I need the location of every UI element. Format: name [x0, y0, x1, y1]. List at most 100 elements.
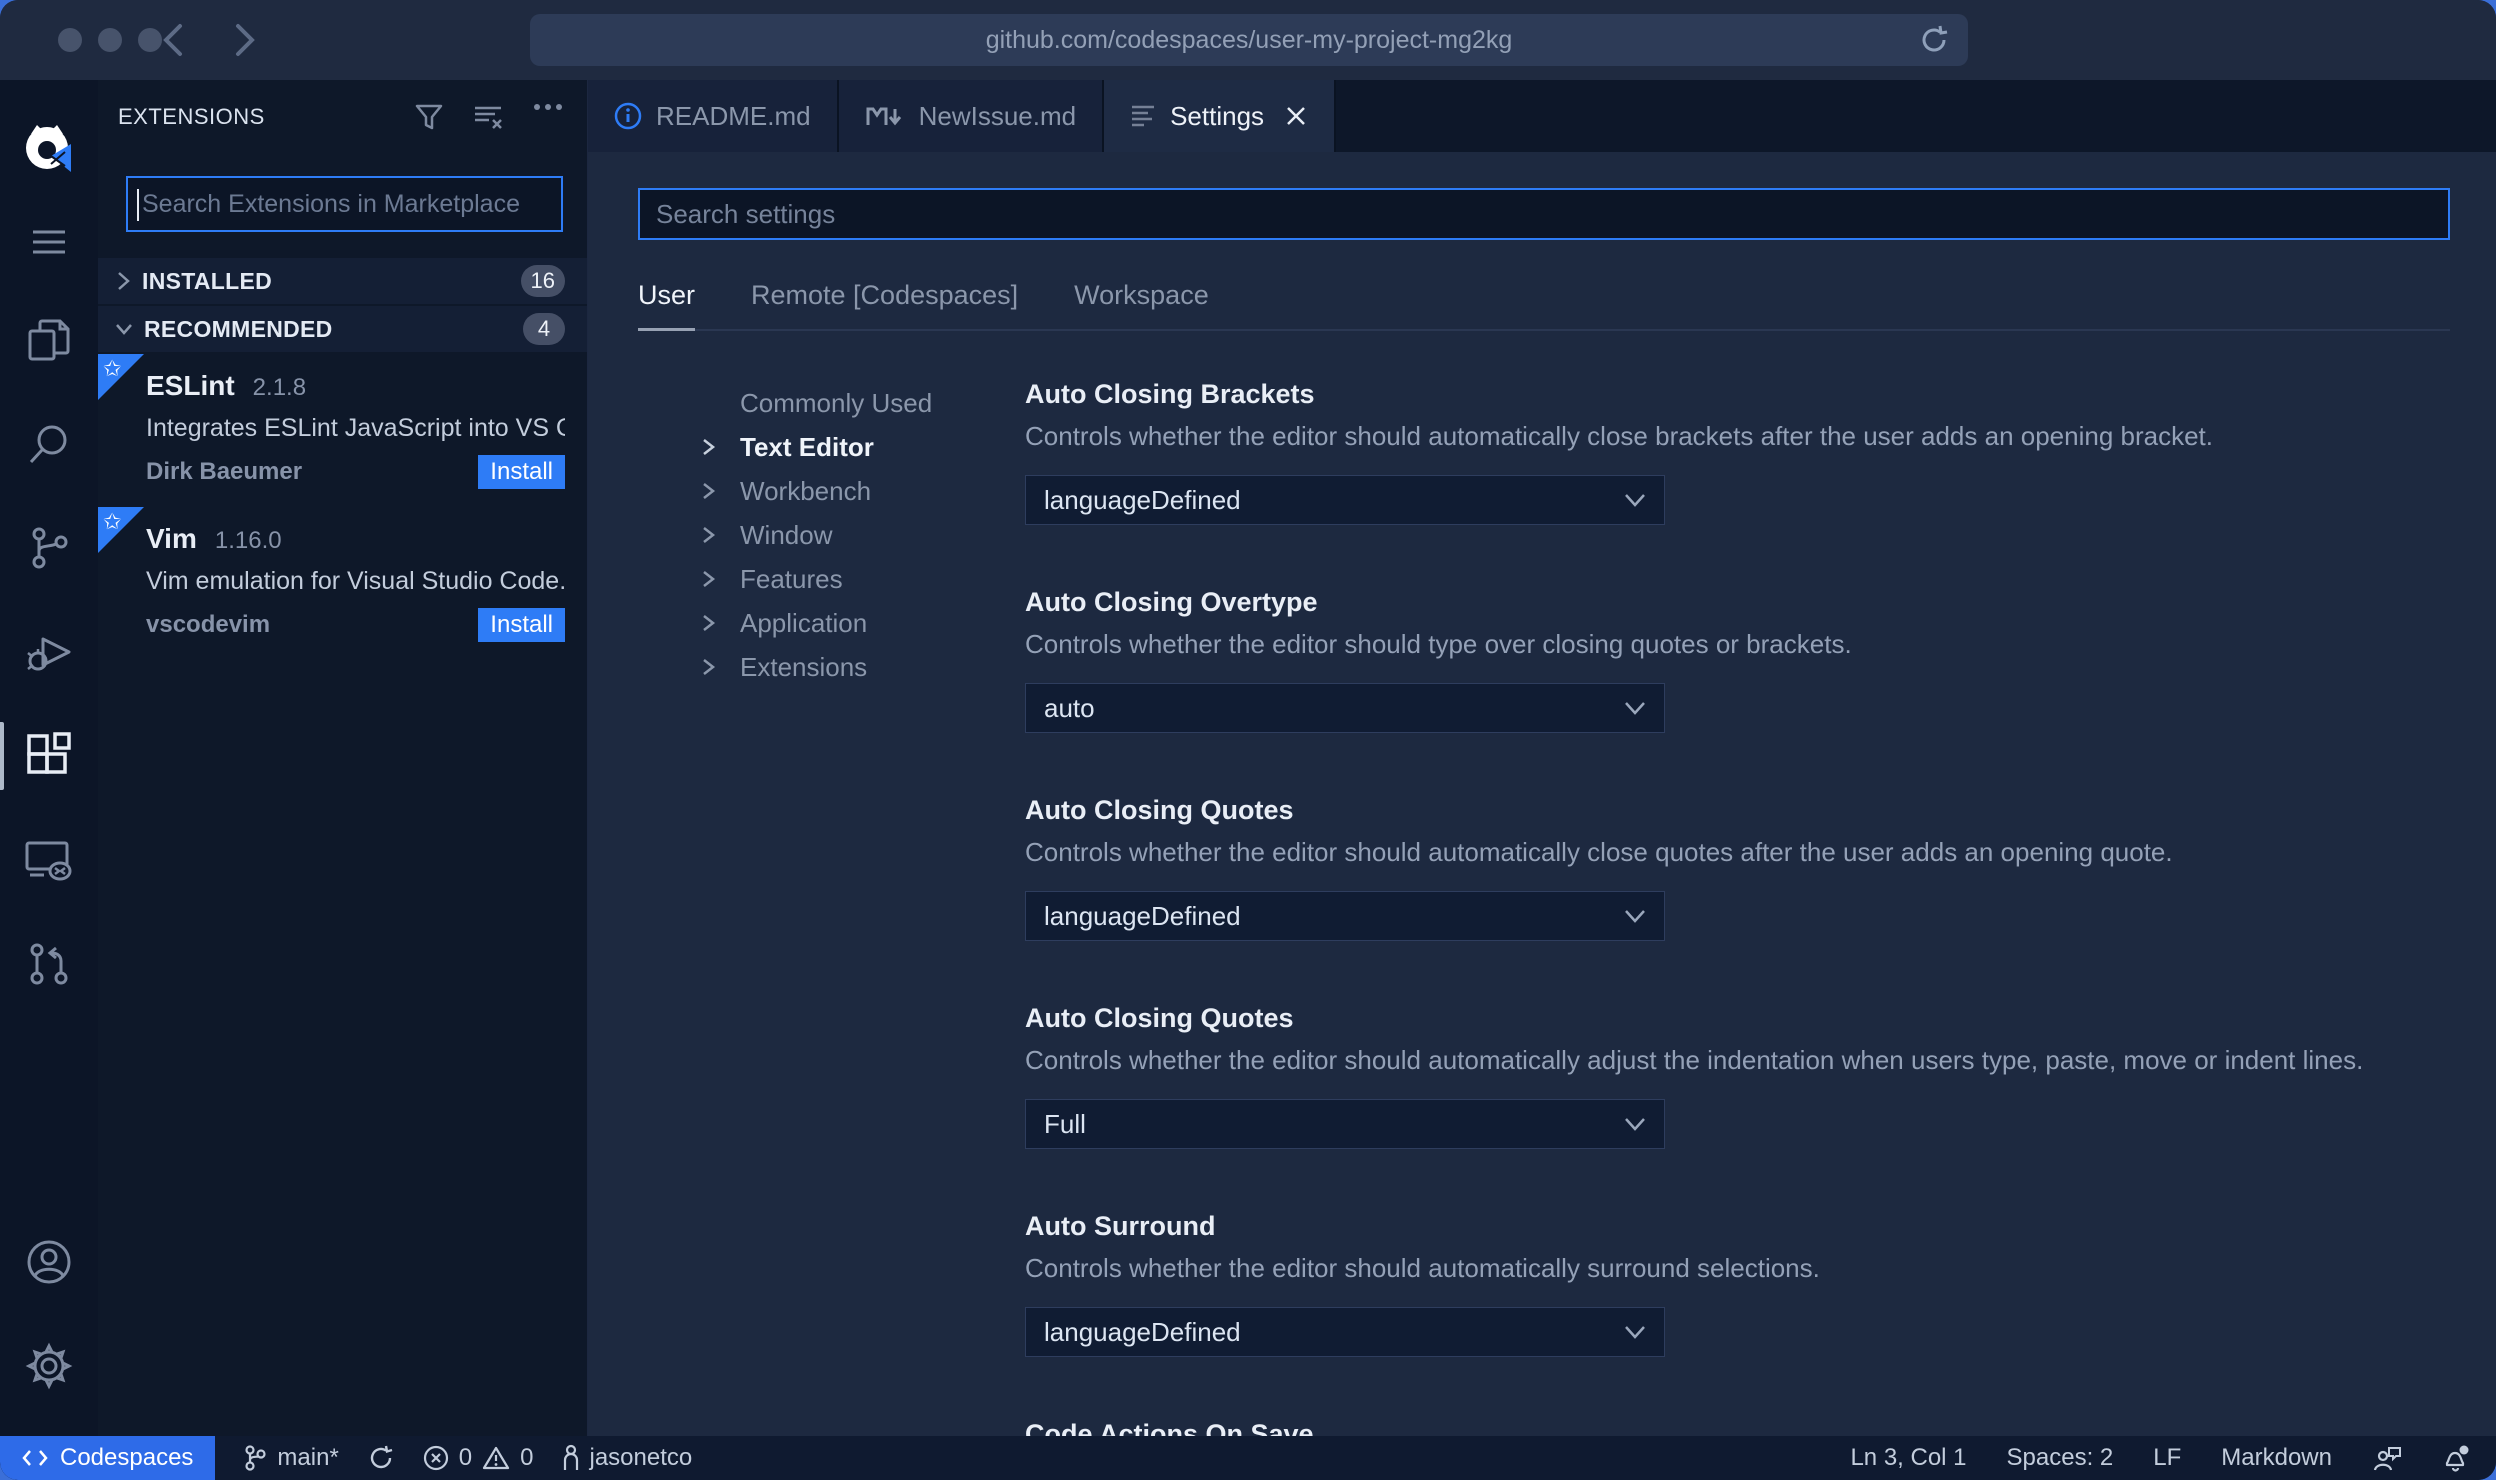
extensions-sidebar: EXTENSIONS Search Extensions in Marketpl… [98, 80, 588, 1436]
setting-auto-closing-quotes-2: Auto Closing Quotes Controls whether the… [1025, 1001, 2450, 1149]
toc-commonly-used[interactable]: Commonly Used [700, 381, 1025, 425]
feedback-icon[interactable] [2372, 1444, 2402, 1472]
setting-auto-closing-quotes: Auto Closing Quotes Controls whether the… [1025, 793, 2450, 941]
extensions-search-input[interactable] [128, 189, 561, 219]
sidebar-title: EXTENSIONS [118, 104, 265, 129]
install-button[interactable]: Install [478, 608, 565, 642]
setting-auto-surround: Auto Surround Controls whether the edito… [1025, 1209, 2450, 1357]
url-text: github.com/codespaces/user-my-project-mg… [985, 25, 1513, 54]
account-icon[interactable] [0, 1210, 98, 1314]
activity-bar [0, 80, 98, 1436]
remote-icon [22, 1446, 48, 1470]
window-control-minimize[interactable] [98, 28, 122, 52]
run-debug-icon[interactable] [0, 600, 98, 704]
chevron-down-icon [114, 319, 134, 339]
toc-workbench[interactable]: Workbench [700, 469, 1025, 513]
section-installed[interactable]: INSTALLED 16 [98, 258, 587, 304]
user-status[interactable]: jasonetco [562, 1444, 692, 1472]
remote-explorer-icon[interactable] [0, 808, 98, 912]
star-icon: ✩ [103, 509, 122, 534]
source-control-icon[interactable] [0, 496, 98, 600]
editor-area: README.md NewIssue.md Settings Search se… [588, 80, 2496, 1436]
extension-item-eslint[interactable]: ✩ ESLint 2.1.8 Integrates ESLint JavaScr… [98, 354, 587, 507]
sync-status[interactable] [367, 1444, 395, 1472]
settings-editor: User Remote [Codespaces] Workspace Commo… [588, 152, 2496, 1436]
menu-icon[interactable] [0, 196, 98, 288]
pull-requests-icon[interactable] [0, 912, 98, 1016]
codespaces-logo-icon [0, 104, 98, 196]
extensions-icon[interactable] [0, 704, 98, 808]
toc-extensions[interactable]: Extensions [700, 645, 1025, 689]
install-button[interactable]: Install [478, 455, 565, 489]
settings-list: Auto Closing Brackets Controls whether t… [1025, 331, 2450, 1436]
browser-window: github.com/codespaces/user-my-project-mg… [0, 0, 2496, 1480]
explorer-icon[interactable] [0, 288, 98, 392]
cursor-position[interactable]: Ln 3, Col 1 [1850, 1444, 1966, 1472]
chevron-right-icon [700, 657, 740, 677]
chevron-down-icon [1624, 909, 1646, 923]
setting-dropdown[interactable]: languageDefined [1025, 891, 1665, 941]
window-controls [58, 28, 162, 52]
extensions-search[interactable] [126, 176, 563, 232]
chevron-right-icon [700, 525, 740, 545]
address-bar[interactable]: github.com/codespaces/user-my-project-mg… [530, 14, 1968, 66]
filter-icon[interactable] [415, 103, 443, 131]
scope-remote[interactable]: Remote [Codespaces] [751, 280, 1018, 311]
problems-status[interactable]: 0 0 [423, 1444, 534, 1472]
notifications-bell-icon[interactable] [2442, 1443, 2470, 1473]
scope-workspace[interactable]: Workspace [1074, 280, 1209, 311]
chevron-down-icon [1624, 1117, 1646, 1131]
clear-filter-icon[interactable] [473, 103, 503, 131]
remote-indicator[interactable]: Codespaces [0, 1436, 216, 1480]
section-recommended[interactable]: RECOMMENDED 4 [98, 306, 587, 352]
search-icon[interactable] [0, 392, 98, 496]
eol-sequence[interactable]: LF [2153, 1444, 2181, 1472]
chevron-right-icon [114, 270, 132, 292]
toc-application[interactable]: Application [700, 601, 1025, 645]
chevron-right-icon [700, 437, 740, 457]
chevron-right-icon [700, 481, 740, 501]
settings-gear-icon[interactable] [0, 1314, 98, 1418]
setting-code-actions-on-save: Code Actions On Save [1025, 1419, 1314, 1436]
warnings-icon [482, 1445, 510, 1471]
reload-icon[interactable] [1918, 24, 1950, 61]
setting-dropdown[interactable]: languageDefined [1025, 1307, 1665, 1357]
extension-item-vim[interactable]: ✩ Vim 1.16.0 Vim emulation for Visual St… [98, 507, 587, 660]
text-cursor [137, 189, 139, 221]
scope-user[interactable]: User [638, 280, 696, 331]
status-bar: Codespaces main* 0 0 jasonetco Ln 3, Col… [0, 1436, 2496, 1480]
toc-features[interactable]: Features [700, 557, 1025, 601]
installed-count-badge: 16 [520, 265, 565, 297]
settings-search[interactable] [638, 188, 2450, 240]
setting-auto-closing-brackets: Auto Closing Brackets Controls whether t… [1025, 377, 2450, 525]
forward-icon[interactable] [228, 18, 262, 62]
setting-dropdown[interactable]: Full [1025, 1099, 1665, 1149]
setting-dropdown[interactable]: auto [1025, 683, 1665, 733]
settings-search-input[interactable] [640, 198, 2448, 230]
info-icon [614, 102, 642, 130]
chevron-right-icon [700, 613, 740, 633]
setting-dropdown[interactable]: languageDefined [1025, 475, 1665, 525]
language-mode[interactable]: Markdown [2221, 1444, 2332, 1472]
tab-bar: README.md NewIssue.md Settings [588, 80, 2496, 152]
toc-text-editor[interactable]: Text Editor [700, 425, 1025, 469]
markdown-icon [865, 103, 905, 129]
chevron-right-icon [700, 569, 740, 589]
recommended-count-badge: 4 [523, 313, 565, 345]
branch-icon [243, 1444, 267, 1472]
branch-status[interactable]: main* [243, 1444, 339, 1472]
back-icon[interactable] [156, 18, 190, 62]
settings-scope-tabs: User Remote [Codespaces] Workspace [638, 280, 2450, 331]
chevron-down-icon [1624, 493, 1646, 507]
window-control-close[interactable] [58, 28, 82, 52]
indentation[interactable]: Spaces: 2 [2007, 1444, 2114, 1472]
person-icon [562, 1444, 580, 1472]
close-icon[interactable] [1284, 104, 1308, 128]
tab-settings[interactable]: Settings [1104, 80, 1337, 152]
toc-window[interactable]: Window [700, 513, 1025, 557]
tab-newissue[interactable]: NewIssue.md [838, 80, 1105, 152]
tab-readme[interactable]: README.md [588, 80, 839, 152]
chevron-down-icon [1624, 701, 1646, 715]
more-actions-icon[interactable] [533, 103, 563, 131]
settings-editor-icon [1130, 103, 1156, 129]
